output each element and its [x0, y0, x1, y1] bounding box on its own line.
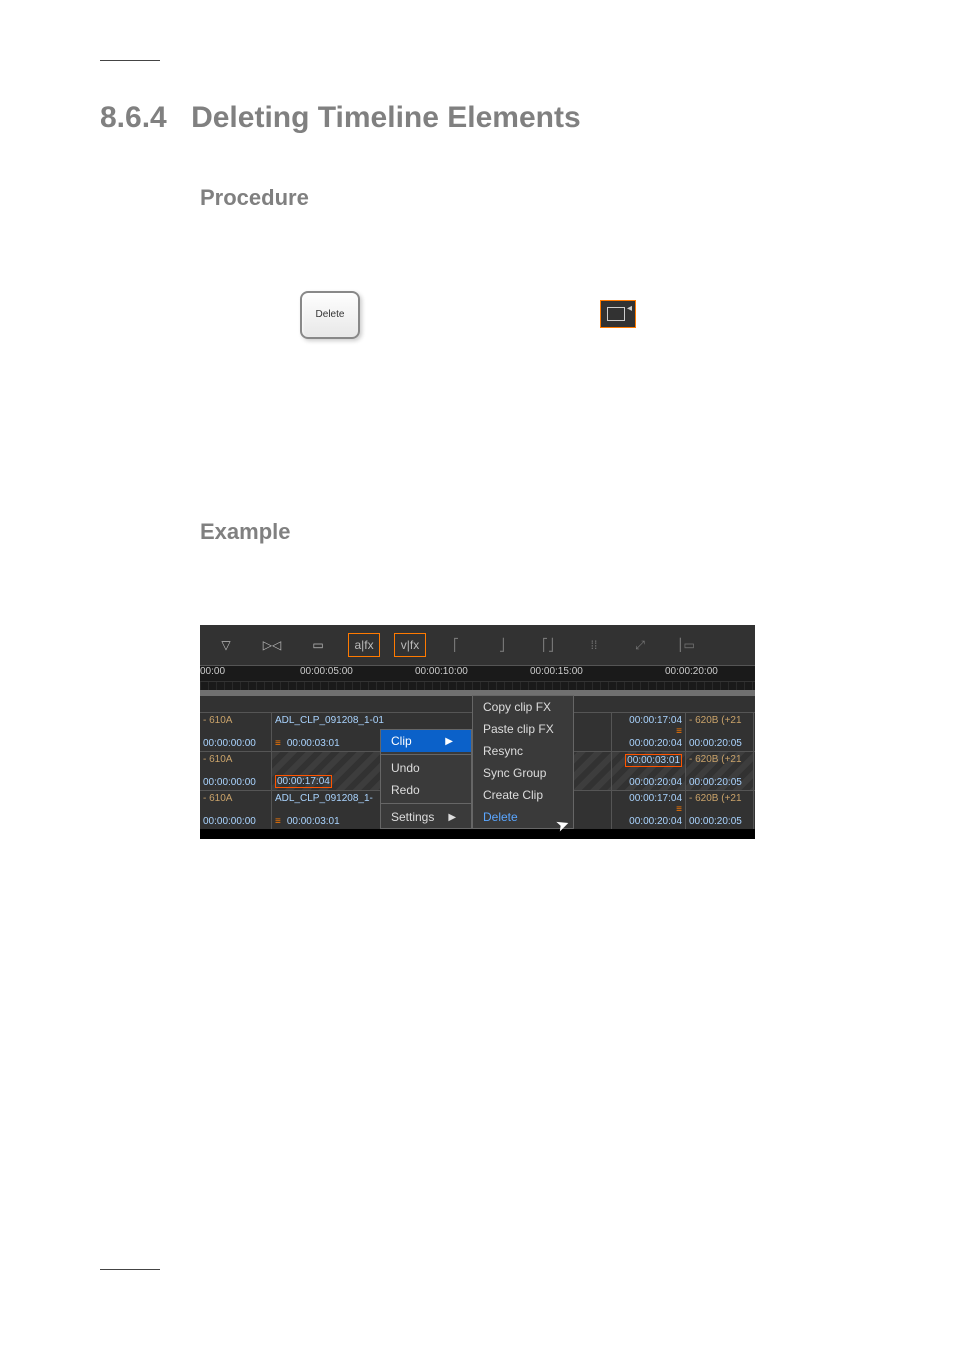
clip-tc2: 00:00:20:04: [615, 738, 682, 749]
clip-tc2: 00:00:20:04: [615, 777, 682, 788]
clip-cell-right-a[interactable]: 00:00:03:01 00:00:20:04: [612, 752, 686, 790]
track-label-cell[interactable]: - 610A 00:00:00:00: [200, 791, 272, 829]
clip-name-right: - 620B (+21: [689, 715, 750, 726]
grip-icon: ≡: [676, 806, 682, 814]
track-name: - 610A: [203, 715, 268, 726]
dotted-brackets-icon[interactable]: ⁞⁞: [578, 633, 610, 657]
procedure-heading: Procedure: [200, 185, 854, 211]
section-heading: 8.6.4 Deleting Timeline Elements: [100, 101, 854, 135]
track-start-tc: 00:00:00:00: [203, 777, 268, 788]
clip-tc2: 00:00:20:04: [615, 816, 682, 827]
menu-item-label: Undo: [391, 761, 420, 775]
ruler-tick: 00:00: [200, 666, 225, 677]
clip-end-tc: 00:00:17:04: [615, 715, 682, 726]
clip-cell-right-a[interactable]: 00:00:17:04 ≡ 00:00:20:04: [612, 713, 686, 751]
clip-cell-right-a[interactable]: 00:00:17:04 ≡ 00:00:20:04: [612, 791, 686, 829]
clip-tc3: 00:00:20:05: [689, 816, 750, 827]
example-heading: Example: [200, 519, 854, 545]
clip-tc-selected: 00:00:03:01: [625, 754, 682, 767]
ruler-tick: 00:00:15:00: [530, 666, 583, 677]
section-title: Deleting Timeline Elements: [191, 101, 581, 134]
clip-start-tc: 00:00:03:01: [287, 738, 340, 749]
brackets-icon[interactable]: ⎡⎦: [532, 633, 564, 657]
track-name: - 610A: [203, 793, 268, 804]
tracks-bottom-bar: [200, 829, 755, 839]
menu-separator: [381, 754, 471, 755]
expand-icon[interactable]: ⤢: [624, 633, 656, 657]
monitor-mode-icon[interactable]: [600, 300, 636, 328]
grip-icon: ≡: [275, 740, 281, 748]
grip-icon: ≡: [275, 818, 281, 826]
ruler-tick: 00:00:10:00: [415, 666, 468, 677]
track-start-tc: 00:00:00:00: [203, 738, 268, 749]
menu-item-undo[interactable]: Undo: [381, 757, 471, 779]
video-fx-button[interactable]: v|fx: [394, 633, 426, 657]
monitor-icon[interactable]: ▭: [302, 633, 334, 657]
clip-name: ADL_CLP_091208_1-01: [275, 715, 608, 726]
clip-name: ADL_CLP_091208_1-: [275, 793, 608, 804]
dropdown-icon[interactable]: ▽: [210, 633, 242, 657]
timeline-toolbar: ▽▷◁▭a|fxv|fx⎡⎦⎡⎦⁞⁞⤢⎮▭: [200, 625, 755, 665]
clip-cell-right-b[interactable]: - 620B (+21 00:00:20:05: [686, 791, 754, 829]
range-icon[interactable]: ▷◁: [256, 633, 288, 657]
delete-key-graphic: Delete: [300, 291, 360, 339]
top-rule: [100, 60, 160, 61]
clip-name-right: - 620B (+21: [689, 793, 750, 804]
clip-cell-right-b[interactable]: - 620B (+21 00:00:20:05: [686, 713, 754, 751]
clip-tc3: 00:00:20:05: [689, 738, 750, 749]
submenu-item-sync-group[interactable]: Sync Group: [473, 762, 573, 784]
clip-name-right: - 620B (+21: [689, 754, 750, 765]
grip-icon: ≡: [676, 728, 682, 736]
cut-icon[interactable]: ⎮▭: [670, 633, 702, 657]
bottom-rule: [100, 1269, 160, 1270]
ruler-tick: 00:00:05:00: [300, 666, 353, 677]
timeline-screenshot: ▽▷◁▭a|fxv|fx⎡⎦⎡⎦⁞⁞⤢⎮▭ 00:0000:00:05:0000…: [200, 625, 755, 839]
clip-tc3: 00:00:20:05: [689, 777, 750, 788]
clip-cell-right-b[interactable]: - 620B (+21 00:00:20:05: [686, 752, 754, 790]
bracket-left-icon[interactable]: ⎡: [440, 633, 472, 657]
clip-start-tc: 00:00:03:01: [287, 816, 340, 827]
clip-end-tc: 00:00:17:04: [615, 793, 682, 804]
clip-tc-selected: 00:00:17:04: [275, 775, 332, 788]
track-label-cell[interactable]: - 610A 00:00:00:00: [200, 752, 272, 790]
section-number: 8.6.4: [100, 101, 167, 134]
ruler-tick: 00:00:20:00: [665, 666, 718, 677]
timeline-ruler[interactable]: 00:00 00:00:05:00 00:00:10:00 00:00:15:00 00…: [200, 665, 755, 690]
track-label-cell[interactable]: - 610A 00:00:00:00: [200, 713, 272, 751]
bracket-right-icon[interactable]: ⎦: [486, 633, 518, 657]
audio-fx-button[interactable]: a|fx: [348, 633, 380, 657]
track-name: - 610A: [203, 754, 268, 765]
track-start-tc: 00:00:00:00: [203, 816, 268, 827]
